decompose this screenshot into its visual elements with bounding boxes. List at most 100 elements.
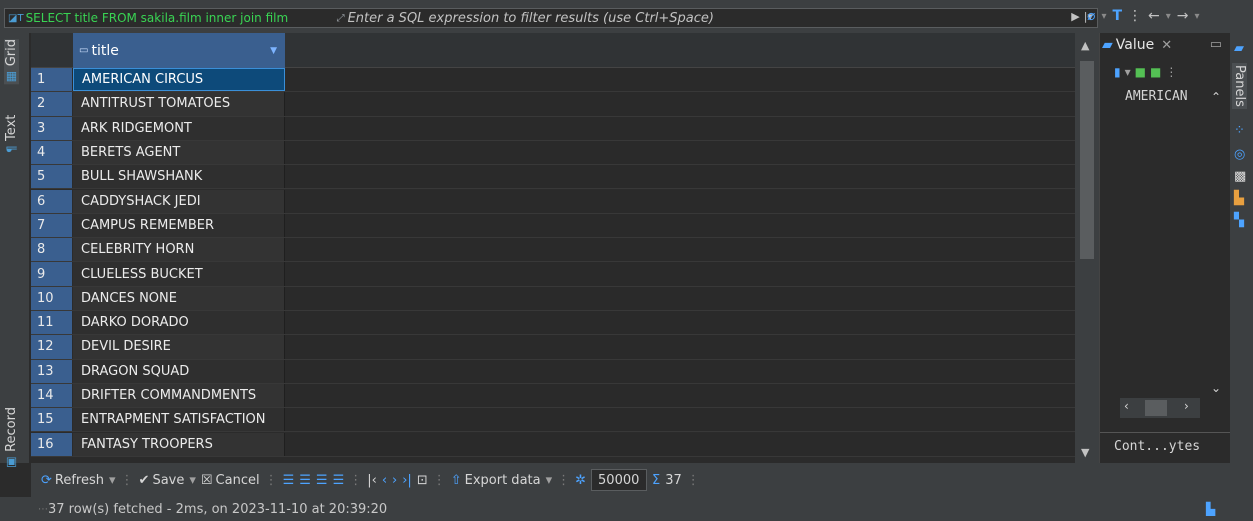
row-number[interactable]: 4 [31, 140, 73, 165]
table-row[interactable]: 7 CAMPUS REMEMBER [31, 213, 1075, 239]
row-number[interactable]: 12 [31, 335, 73, 359]
filter-icon[interactable]: T [1112, 8, 1122, 24]
sql-filter-field[interactable]: ◪T SELECT title FROM sakila.film inner j… [4, 8, 1098, 28]
statistics-icon[interactable]: ▙ [1234, 191, 1244, 206]
title-cell[interactable]: AMERICAN CIRCUS [73, 68, 285, 92]
metadata-icon[interactable]: ⁘ [1234, 123, 1245, 138]
tab-text[interactable]: ¶ Text [4, 115, 19, 153]
chevron-down-icon[interactable]: ▾ [1195, 11, 1200, 22]
scroll-left-icon[interactable]: ‹ [1124, 399, 1129, 413]
settings-icon[interactable]: ✲ [575, 473, 586, 488]
last-page-icon[interactable]: ›| [402, 473, 412, 488]
save-to-file-icon[interactable]: ■ [1150, 65, 1161, 79]
filter-input[interactable]: Enter a SQL expression to filter results… [348, 11, 714, 26]
chevron-down-icon[interactable]: ▾ [109, 473, 116, 488]
row-number[interactable]: 9 [31, 262, 73, 286]
tab-record[interactable]: ▣ Record [4, 407, 19, 470]
row-count-icon[interactable]: Σ [652, 473, 660, 488]
sql-query-text[interactable]: SELECT title FROM sakila.film inner join… [26, 11, 334, 25]
table-row[interactable]: 5 BULL SHAWSHANK [31, 165, 1075, 190]
title-cell[interactable]: CADDYSHACK JEDI [73, 189, 285, 213]
table-row[interactable]: 16 FANTASY TROOPERS [31, 432, 1075, 457]
table-row[interactable]: 2 ANTITRUST TOMATOES [31, 92, 1075, 117]
fetch-size-input[interactable]: 50000 [591, 469, 648, 491]
references-icon[interactable]: ◎ [1234, 147, 1245, 162]
panel-toggle-icon[interactable]: ▙ [1206, 502, 1215, 516]
row-number[interactable]: 11 [31, 311, 73, 335]
table-row[interactable]: 9 CLUELESS BUCKET [31, 262, 1075, 287]
title-cell[interactable]: CLUELESS BUCKET [73, 262, 285, 286]
table-row[interactable]: 8 CELEBRITY HORN [31, 238, 1075, 263]
export-data-button[interactable]: ⇧ Export data [451, 473, 541, 488]
cell-value-text[interactable]: AMERICAN [1125, 89, 1188, 104]
table-row[interactable]: 12 DEVIL DESIRE [31, 335, 1075, 360]
scroll-up-icon[interactable]: ⌃ [1211, 90, 1221, 104]
close-icon[interactable]: ✕ [1161, 38, 1172, 53]
title-cell[interactable]: BERETS AGENT [73, 140, 285, 165]
forward-arrow-icon[interactable]: → [1177, 8, 1189, 24]
scroll-thumb[interactable] [1145, 400, 1167, 416]
scroll-thumb[interactable] [1080, 61, 1094, 259]
title-cell[interactable]: CELEBRITY HORN [73, 238, 285, 262]
title-cell[interactable]: DARKO DORADO [73, 311, 285, 335]
row-number[interactable]: 8 [31, 238, 73, 262]
title-cell[interactable]: DRAGON SQUAD [73, 359, 285, 383]
previous-page-icon[interactable]: ‹ [382, 473, 387, 488]
fetch-all-icon[interactable]: ⊡ [417, 473, 428, 488]
row-number[interactable]: 14 [31, 383, 73, 408]
scroll-up-icon[interactable]: ▲ [1081, 39, 1089, 52]
title-cell[interactable]: DANCES NONE [73, 286, 285, 310]
title-cell[interactable]: DEVIL DESIRE [73, 335, 285, 359]
first-page-icon[interactable]: |‹ [367, 473, 377, 488]
chevron-down-icon[interactable]: ▾ [1101, 11, 1106, 22]
row-number[interactable]: 3 [31, 116, 73, 140]
title-cell[interactable]: FANTASY TROOPERS [73, 432, 285, 456]
edit-row-icon[interactable]: ☰ [283, 473, 295, 488]
row-number[interactable]: 7 [31, 213, 73, 238]
table-row[interactable]: 10 DANCES NONE [31, 286, 1075, 311]
table-row[interactable]: 15 ENTRAPMENT SATISFACTION [31, 408, 1075, 433]
scroll-right-icon[interactable]: › [1184, 399, 1189, 413]
row-number[interactable]: 16 [31, 432, 73, 456]
sort-icon[interactable]: ▼ [270, 46, 277, 56]
table-row[interactable]: 13 DRAGON SQUAD [31, 359, 1075, 384]
title-cell[interactable]: BULL SHAWSHANK [73, 165, 285, 189]
row-number[interactable]: 15 [31, 408, 73, 432]
grid-vertical-scrollbar[interactable]: ▲ ▼ [1075, 33, 1099, 463]
save-icon[interactable]: ■ [1135, 65, 1146, 79]
table-row[interactable]: 3 ARK RIDGEMONT [31, 116, 1075, 141]
row-number[interactable]: 6 [31, 189, 73, 213]
grouping-icon[interactable]: ▩ [1234, 169, 1246, 184]
column-header-title[interactable]: ▭ title ▼ [73, 33, 285, 68]
title-cell[interactable]: DRIFTER COMMANDMENTS [73, 383, 285, 408]
table-row[interactable]: 1 AMERICAN CIRCUS [31, 68, 1075, 93]
table-row[interactable]: 14 DRIFTER COMMANDMENTS [31, 383, 1075, 409]
calculator-icon[interactable]: ▚ [1234, 213, 1244, 228]
next-page-icon[interactable]: › [392, 473, 397, 488]
refresh-button[interactable]: ⟳ Refresh [41, 473, 104, 488]
minimize-icon[interactable]: ▭ [1210, 37, 1222, 52]
tab-panels[interactable]: Panels [1232, 63, 1247, 109]
row-number[interactable]: 2 [31, 92, 73, 116]
save-button[interactable]: ✔ Save [139, 473, 185, 488]
title-cell[interactable]: ANTITRUST TOMATOES [73, 92, 285, 116]
eraser-icon[interactable]: ⌀ [1087, 8, 1095, 24]
tab-grid[interactable]: ▦ Grid [4, 39, 19, 85]
chevron-down-icon[interactable]: ▾ [189, 473, 196, 488]
value-panel-tab[interactable]: ▰ Value ✕ [1102, 37, 1172, 53]
row-number[interactable]: 5 [31, 165, 73, 189]
value-horizontal-scrollbar[interactable]: ‹ › [1120, 398, 1200, 418]
title-cell[interactable]: CAMPUS REMEMBER [73, 213, 285, 238]
panels-icon[interactable]: ▰ [1234, 41, 1244, 56]
scroll-down-icon[interactable]: ⌄ [1211, 381, 1221, 395]
chevron-down-icon[interactable]: ▾ [546, 473, 553, 488]
cancel-button[interactable]: ☒ Cancel [201, 473, 260, 488]
apply-filter-icon[interactable]: ▶ [1071, 10, 1079, 23]
copy-row-icon[interactable]: ☰ [316, 473, 328, 488]
chevron-down-icon[interactable]: ▾ [1166, 11, 1171, 22]
add-row-icon[interactable]: ☰ [299, 473, 311, 488]
delete-row-icon[interactable]: ☰ [333, 473, 345, 488]
expand-icon[interactable]: ⤢ [334, 13, 348, 24]
row-number[interactable]: 1 [31, 68, 73, 92]
more-icon[interactable]: ⋮ [1165, 65, 1177, 79]
